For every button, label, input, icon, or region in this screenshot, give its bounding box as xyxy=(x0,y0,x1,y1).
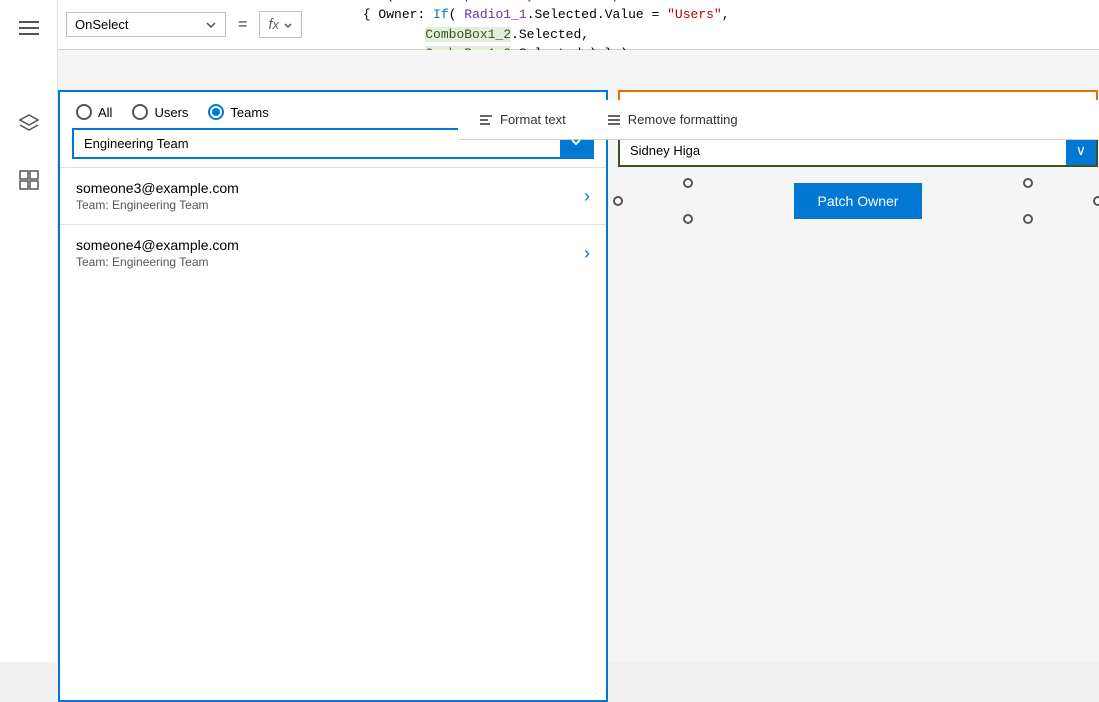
radio-all-circle xyxy=(76,104,92,120)
list-item-2[interactable]: someone4@example.com Team: Engineering T… xyxy=(60,224,606,281)
onselect-label: OnSelect xyxy=(75,17,205,32)
list-item-arrow-2: › xyxy=(584,243,590,264)
handle-bottom-left[interactable] xyxy=(683,214,693,224)
list-item-team-2: Team: Engineering Team xyxy=(76,255,584,269)
radio-users[interactable]: Users xyxy=(132,104,188,120)
patch-owner-wrapper: Patch Owner xyxy=(618,183,1098,219)
format-bar: Format text Remove formatting xyxy=(458,100,1099,140)
handle-top-left[interactable] xyxy=(683,178,693,188)
handle-top-right[interactable] xyxy=(1023,178,1033,188)
canvas-area: Format text Remove formatting All Users xyxy=(58,50,1099,662)
patch-owner-label: Patch Owner xyxy=(818,193,899,209)
list-item-team-1: Team: Engineering Team xyxy=(76,198,584,212)
radio-teams-circle xyxy=(208,104,224,120)
list-item-content-2: someone4@example.com Team: Engineering T… xyxy=(76,237,584,269)
list-item[interactable]: someone3@example.com Team: Engineering T… xyxy=(60,167,606,224)
sidebar-icon-menu[interactable] xyxy=(11,10,47,46)
radio-all[interactable]: All xyxy=(76,104,112,120)
radio-users-label: Users xyxy=(154,105,188,120)
radio-teams[interactable]: Teams xyxy=(208,104,268,120)
dropdown-right-arrow: ∨ xyxy=(1066,136,1096,165)
list-item-email-2: someone4@example.com xyxy=(76,237,584,253)
left-panel: All Users Teams Engineering Team someone… xyxy=(58,90,608,702)
remove-formatting-label: Remove formatting xyxy=(628,112,738,127)
sidebar-icon-layers[interactable] xyxy=(11,106,47,142)
handle-left[interactable] xyxy=(613,196,623,206)
list-item-email-1: someone3@example.com xyxy=(76,180,584,196)
onselect-dropdown[interactable]: OnSelect xyxy=(66,12,226,37)
handle-bottom-right[interactable] xyxy=(1023,214,1033,224)
list-item-arrow-1: › xyxy=(584,186,590,207)
equals-sign: = xyxy=(232,16,253,34)
radio-teams-label: Teams xyxy=(230,105,268,120)
remove-formatting-button[interactable]: Remove formatting xyxy=(598,108,746,132)
radio-users-circle xyxy=(132,104,148,120)
patch-owner-button[interactable]: Patch Owner xyxy=(794,183,923,219)
fx-button[interactable]: fx xyxy=(259,11,302,38)
left-sidebar xyxy=(0,0,58,662)
sidebar-icon-grid[interactable] xyxy=(11,162,47,198)
radio-all-label: All xyxy=(98,105,112,120)
formula-bar: OnSelect = fx Patch( Accounts, Gallery1.… xyxy=(58,0,1099,50)
handle-right[interactable] xyxy=(1093,196,1099,206)
list-item-content-1: someone3@example.com Team: Engineering T… xyxy=(76,180,584,212)
format-text-button[interactable]: Format text xyxy=(470,108,574,132)
sidney-higa-value: Sidney Higa xyxy=(630,143,1066,158)
format-text-label: Format text xyxy=(500,112,566,127)
